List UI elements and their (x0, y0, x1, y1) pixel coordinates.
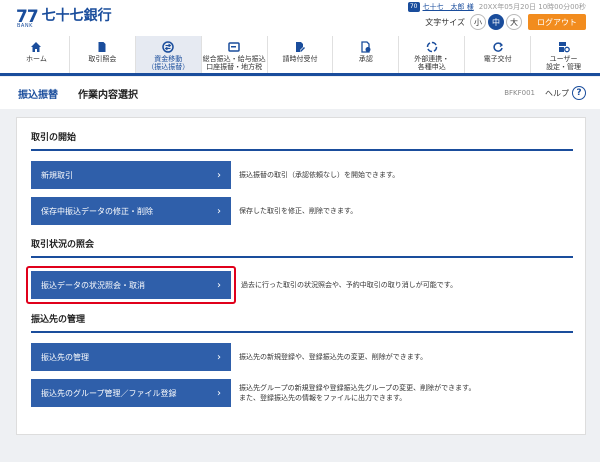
section-title-status: 取引状況の照会 (31, 225, 573, 258)
button-label: 保存中振込データの修正・削除 (41, 206, 153, 216)
user-settings-icon (558, 40, 570, 53)
titlebar-right: BFKF001 ヘルプ ? (504, 86, 586, 100)
nav-transfer[interactable]: 資金移動 （振込振替） (135, 36, 202, 73)
chevron-right-icon: › (217, 351, 221, 363)
nav-label: 承認 (358, 55, 373, 63)
nav-bulk-transfer[interactable]: 総合振込・給与振込 口座振替・地方税 (202, 36, 268, 73)
font-large-button[interactable]: 大 (506, 14, 522, 30)
payee-manage-button[interactable]: 振込先の管理 › (31, 343, 231, 371)
chevron-right-icon: › (217, 387, 221, 399)
nav-label: 請時付受付 (282, 55, 318, 63)
font-medium-button[interactable]: 中 (488, 14, 504, 30)
chevron-right-icon: › (217, 279, 221, 291)
bank-logo[interactable]: 77 BANK 七十七銀行 (16, 8, 112, 29)
section-title-start: 取引の開始 (31, 118, 573, 151)
nav-label-2: 口座振替・地方税 (206, 63, 263, 71)
card-icon (228, 40, 240, 53)
help-link[interactable]: ヘルプ (545, 88, 569, 99)
payee-group-button[interactable]: 振込先のグループ管理／ファイル登録 › (31, 379, 231, 407)
refresh-icon (492, 40, 504, 53)
screen-id: BFKF001 (504, 89, 535, 97)
font-small-button[interactable]: 小 (470, 14, 486, 30)
highlight-frame: 振込データの状況照会・取消 › (26, 266, 236, 304)
nav-inquiry[interactable]: 取引照会 (70, 36, 136, 73)
content-panel: 取引の開始 新規取引 › 振込振替の取引（承認依頼なし）を開始できます。 保存中… (16, 117, 586, 435)
row-new-transaction: 新規取引 › 振込振替の取引（承認依頼なし）を開始できます。 (29, 161, 573, 189)
page-category: 振込振替 (18, 89, 58, 101)
button-label: 振込先のグループ管理／ファイル登録 (41, 388, 177, 398)
description: 保存した取引を修正、削除できます。 (239, 207, 358, 215)
nav-home[interactable]: ホーム (4, 36, 70, 73)
nav-label: 電子交付 (483, 55, 512, 63)
button-label: 新規取引 (41, 170, 73, 180)
description: 過去に行った取引の状況照会や、予約中取引の取り消しが可能です。 (241, 281, 458, 289)
user-badge-icon: 70 (407, 2, 420, 12)
nav-reception[interactable]: 請時付受付 (268, 36, 334, 73)
approve-icon (360, 40, 372, 53)
description: 振込先の新規登録や、登録振込先の変更、削除ができます。 (239, 353, 428, 361)
new-transaction-button[interactable]: 新規取引 › (31, 161, 231, 189)
user-info: 70 七十七 太郎 様 20XX年05月20日 10時00分00秒 (407, 2, 586, 12)
button-label: 振込データの状況照会・取消 (41, 280, 145, 290)
nav-label: 外部連携・ (414, 55, 450, 63)
nav-e-delivery[interactable]: 電子交付 (465, 36, 532, 73)
document-icon (96, 40, 108, 53)
row-payee-group: 振込先のグループ管理／ファイル登録 › 振込先グループの新規登録や登録振込先グル… (29, 379, 573, 407)
status-inquiry-button[interactable]: 振込データの状況照会・取消 › (31, 271, 231, 299)
user-name-link[interactable]: 七十七 太郎 様 (423, 2, 474, 12)
global-nav: ホーム 取引照会 資金移動 （振込振替） 総合振込・給与振込 口座振替・地方税 … (0, 36, 600, 76)
nav-user-settings[interactable]: ユーザー 設定・管理 (531, 36, 596, 73)
header: 77 BANK 七十七銀行 70 七十七 太郎 様 20XX年05月20日 10… (0, 0, 600, 36)
page-titlebar: 振込振替 作業内容選択 BFKF001 ヘルプ ? (0, 77, 600, 109)
transfer-icon (162, 40, 174, 53)
row-payee-manage: 振込先の管理 › 振込先の新規登録や、登録振込先の変更、削除ができます。 (29, 343, 573, 371)
nav-label-2: 設定・管理 (546, 63, 582, 71)
login-time: 20XX年05月20日 10時00分00秒 (478, 3, 586, 11)
description-line-1: 振込先グループの新規登録や登録振込先グループの変更、削除ができます。 (239, 384, 476, 392)
doc-edit-icon (294, 40, 306, 53)
description: 振込先グループの新規登録や登録振込先グループの変更、削除ができます。 また、登録… (239, 383, 475, 403)
description: 振込振替の取引（承認依頼なし）を開始できます。 (239, 171, 400, 179)
nav-approval[interactable]: 承認 (333, 36, 400, 73)
edit-saved-data-button[interactable]: 保存中振込データの修正・削除 › (31, 197, 231, 225)
nav-external[interactable]: 外部連携・ 各種申込 (399, 36, 466, 73)
chevron-right-icon: › (217, 169, 221, 181)
font-size-controls: 文字サイズ 小 中 大 ログアウト (425, 14, 586, 30)
row-saved-data: 保存中振込データの修正・削除 › 保存した取引を修正、削除できます。 (29, 197, 573, 225)
button-label: 振込先の管理 (41, 352, 89, 362)
section-title-payee: 振込先の管理 (31, 304, 573, 333)
row-status-inquiry: 振込データの状況照会・取消 › 過去に行った取引の状況照会や、予約中取引の取り消… (26, 266, 573, 304)
nav-label: ホーム (26, 55, 47, 63)
nav-label: 資金移動 (154, 55, 183, 63)
nav-label: ユーザー (549, 55, 578, 63)
nav-label-2: 各種申込 (417, 63, 446, 71)
nav-label-2: （振込振替） (147, 63, 190, 71)
description-line-2: また、登録振込先の情報をファイルに出力できます。 (239, 394, 407, 402)
logo-name: 七十七銀行 (41, 8, 112, 24)
page-title: 作業内容選択 (78, 89, 138, 101)
logout-button[interactable]: ログアウト (528, 14, 586, 30)
help-icon[interactable]: ? (572, 86, 586, 100)
link-icon (426, 40, 438, 53)
home-icon (30, 40, 42, 53)
logo-bank-text: BANK (17, 23, 33, 29)
nav-label: 総合振込・給与振込 (202, 55, 266, 63)
font-size-label: 文字サイズ (425, 17, 465, 27)
chevron-right-icon: › (217, 205, 221, 217)
nav-label: 取引照会 (88, 55, 117, 63)
